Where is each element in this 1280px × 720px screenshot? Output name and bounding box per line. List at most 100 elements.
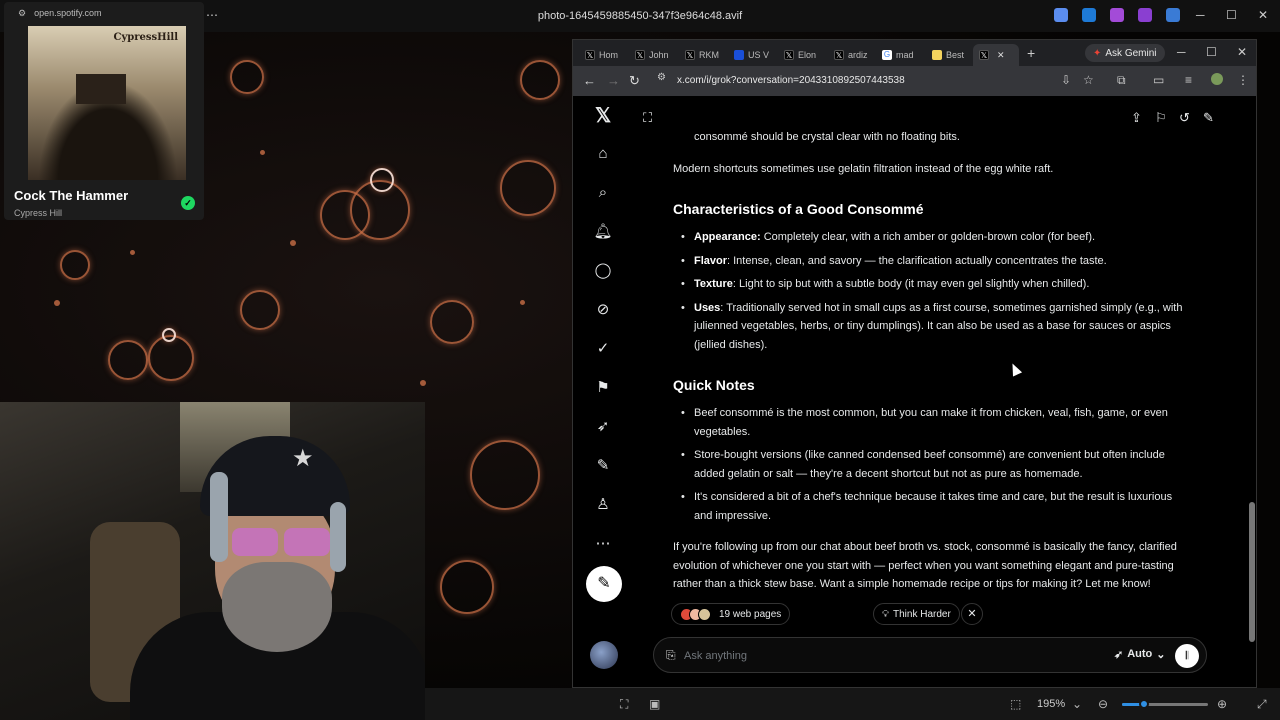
lightbulb-icon: 💡︎ bbox=[882, 608, 889, 620]
home-icon[interactable]: ⌂ bbox=[593, 144, 613, 164]
mode-selector[interactable]: ➶ Auto ⌄ bbox=[1114, 648, 1165, 661]
app-icon[interactable] bbox=[1166, 8, 1180, 22]
ask-gemini-label: Ask Gemini bbox=[1105, 47, 1157, 59]
browser-tab[interactable]: 𝕏ardiz bbox=[828, 44, 874, 66]
more-icon[interactable]: ⋯ bbox=[206, 8, 218, 22]
attach-icon[interactable]: ⎘ bbox=[666, 648, 676, 663]
forward-icon[interactable]: → bbox=[607, 73, 620, 88]
reading-list-icon[interactable]: ≡ bbox=[1185, 73, 1192, 87]
search-icon[interactable]: ⌕ bbox=[593, 183, 613, 203]
crop-icon[interactable]: ⛶ bbox=[620, 697, 628, 712]
browser-tab[interactable]: 𝕏 John bbox=[629, 44, 675, 66]
url-field[interactable]: x.com/i/grok?conversation=20433108925074… bbox=[651, 72, 1121, 90]
browser-tab[interactable]: 𝕏 RKM bbox=[679, 44, 725, 66]
browser-tab[interactable]: US V bbox=[728, 44, 775, 66]
page-scrollbar[interactable] bbox=[1248, 96, 1256, 687]
spotify-miniplayer[interactable]: ⚙ open.spotify.com CypressHill Cock The … bbox=[4, 2, 204, 220]
zoom-in-icon[interactable]: ⊕ bbox=[1217, 697, 1227, 711]
scrollbar-thumb[interactable] bbox=[1249, 502, 1255, 642]
tab-label: John bbox=[649, 50, 669, 60]
term-label: Uses bbox=[694, 301, 721, 314]
minimize-icon[interactable]: ─ bbox=[1177, 45, 1186, 59]
saved-check-icon[interactable]: ✓ bbox=[181, 196, 195, 210]
bookmarks-icon[interactable]: ⚑ bbox=[593, 378, 613, 398]
x-icon: 𝕏 bbox=[685, 50, 695, 60]
list-item: Appearance: Completely clear, with a ric… bbox=[673, 228, 1183, 247]
browser-tab-active[interactable]: 𝕏 ✕ bbox=[973, 44, 1019, 66]
bokeh-dot bbox=[260, 150, 265, 155]
maximize-icon[interactable]: ☐ bbox=[1226, 8, 1237, 22]
site-icon bbox=[932, 50, 942, 60]
app-icon[interactable] bbox=[1110, 8, 1124, 22]
zoom-out-icon[interactable]: ⊖ bbox=[1098, 697, 1108, 711]
x-grok-page: 𝕏 ⌂ ⌕ 🔔︎ ◯ ⊘ ✓ ⚑ ➶ ✎ ♙ ⋯ ✎ ⛶ ⇪ ⚐ ↺ ✎ con… bbox=[573, 96, 1256, 687]
post-button[interactable]: ✎ bbox=[586, 566, 622, 602]
browser-tab[interactable]: Best bbox=[926, 44, 970, 66]
app-icon[interactable] bbox=[1138, 8, 1152, 22]
verified-icon[interactable]: ✓ bbox=[593, 339, 613, 359]
menu-icon[interactable]: ⋮ bbox=[1237, 73, 1249, 87]
expand-icon[interactable]: ⛶ bbox=[643, 110, 652, 126]
browser-tab[interactable]: 𝕏 Elon bbox=[778, 44, 822, 66]
list-item: Texture: Light to sip but with a subtle … bbox=[673, 275, 1183, 294]
sources-button[interactable]: 19 web pages bbox=[671, 603, 791, 625]
browser-tab[interactable]: 𝕏 Hom bbox=[579, 44, 624, 66]
maximize-icon[interactable]: ☐ bbox=[1206, 45, 1217, 59]
app-icon[interactable] bbox=[1054, 8, 1068, 22]
zoom-slider-thumb[interactable] bbox=[1139, 699, 1149, 709]
list-item: Flavor: Intense, clean, and savory — the… bbox=[673, 252, 1183, 271]
extensions-icon[interactable]: ⧉ bbox=[1117, 73, 1126, 88]
glasses-lens bbox=[232, 528, 278, 556]
bokeh-ring bbox=[470, 440, 540, 510]
bokeh-ring bbox=[440, 560, 494, 614]
ask-bar: ⎘ ➶Auto⌄ 𝄃 bbox=[653, 637, 1207, 673]
expand-icon[interactable]: ⤢ bbox=[1257, 697, 1267, 712]
chevron-down-icon[interactable]: ⌄ bbox=[1072, 697, 1082, 711]
voice-mode-button[interactable]: 𝄃 bbox=[1175, 644, 1199, 668]
share-icon[interactable]: ⇪ bbox=[1131, 110, 1142, 126]
ask-gemini-button[interactable]: ✦ Ask Gemini bbox=[1085, 44, 1165, 62]
avatar[interactable] bbox=[590, 641, 618, 669]
fit-icon[interactable]: ⬚ bbox=[1010, 697, 1021, 711]
close-icon[interactable]: ✕ bbox=[1237, 45, 1247, 59]
browser-tab[interactable]: Gmad bbox=[876, 44, 920, 66]
new-chat-icon[interactable]: ✎ bbox=[1203, 110, 1214, 126]
tab-label: Hom bbox=[599, 50, 619, 60]
close-icon[interactable]: ✕ bbox=[1258, 8, 1268, 22]
split-icon[interactable]: ▭ bbox=[1153, 73, 1164, 87]
x-logo-icon[interactable]: 𝕏 bbox=[593, 106, 613, 126]
more-icon[interactable]: ⋯ bbox=[593, 534, 613, 554]
install-icon[interactable]: ⇩ bbox=[1061, 73, 1071, 87]
ocr-icon[interactable]: ▣ bbox=[649, 697, 660, 711]
history-icon[interactable]: ↺ bbox=[1179, 110, 1190, 126]
track-artist[interactable]: Cypress Hill bbox=[14, 208, 62, 218]
zoom-level[interactable]: 195% bbox=[1037, 698, 1065, 710]
minimize-icon[interactable]: ─ bbox=[1196, 8, 1205, 22]
star-icon: ★ bbox=[292, 445, 314, 472]
bokeh-ring bbox=[500, 160, 556, 216]
articles-icon[interactable]: ✎ bbox=[593, 456, 613, 476]
notifications-icon[interactable]: 🔔︎ bbox=[593, 222, 613, 242]
app-icon[interactable] bbox=[1082, 8, 1096, 22]
browser-window: 𝕏 Hom 𝕏 John 𝕏 RKM US V 𝕏 Elon 𝕏ardiz Gmad B… bbox=[572, 39, 1257, 688]
back-icon[interactable]: ← bbox=[583, 73, 596, 88]
profile-avatar[interactable] bbox=[1211, 73, 1223, 85]
reload-icon[interactable]: ↻ bbox=[629, 73, 640, 89]
new-tab-icon[interactable]: + bbox=[1027, 45, 1035, 61]
think-harder-button[interactable]: 💡︎ Think Harder bbox=[873, 603, 960, 625]
ask-input[interactable] bbox=[684, 647, 1064, 665]
messages-icon[interactable]: ◯ bbox=[593, 261, 613, 281]
close-tab-icon[interactable]: ✕ bbox=[997, 50, 1005, 61]
term-text: : Light to sip but with a subtle body (i… bbox=[732, 278, 1090, 290]
bookmark-star-icon[interactable]: ☆ bbox=[1083, 73, 1094, 87]
album-logo: CypressHill bbox=[113, 32, 179, 43]
zoom-slider[interactable] bbox=[1122, 699, 1208, 709]
rocket-icon: ➶ bbox=[1114, 649, 1124, 661]
profile-icon[interactable]: ♙ bbox=[593, 495, 613, 515]
dismiss-button[interactable]: ✕ bbox=[961, 603, 983, 625]
tab-label: Best bbox=[946, 50, 965, 60]
jobs-icon[interactable]: ➶ bbox=[593, 417, 613, 437]
grok-icon[interactable]: ⊘ bbox=[593, 300, 613, 320]
chevron-down-icon: ⌄ bbox=[1156, 649, 1166, 661]
bookmark-icon[interactable]: ⚐ bbox=[1155, 110, 1167, 126]
